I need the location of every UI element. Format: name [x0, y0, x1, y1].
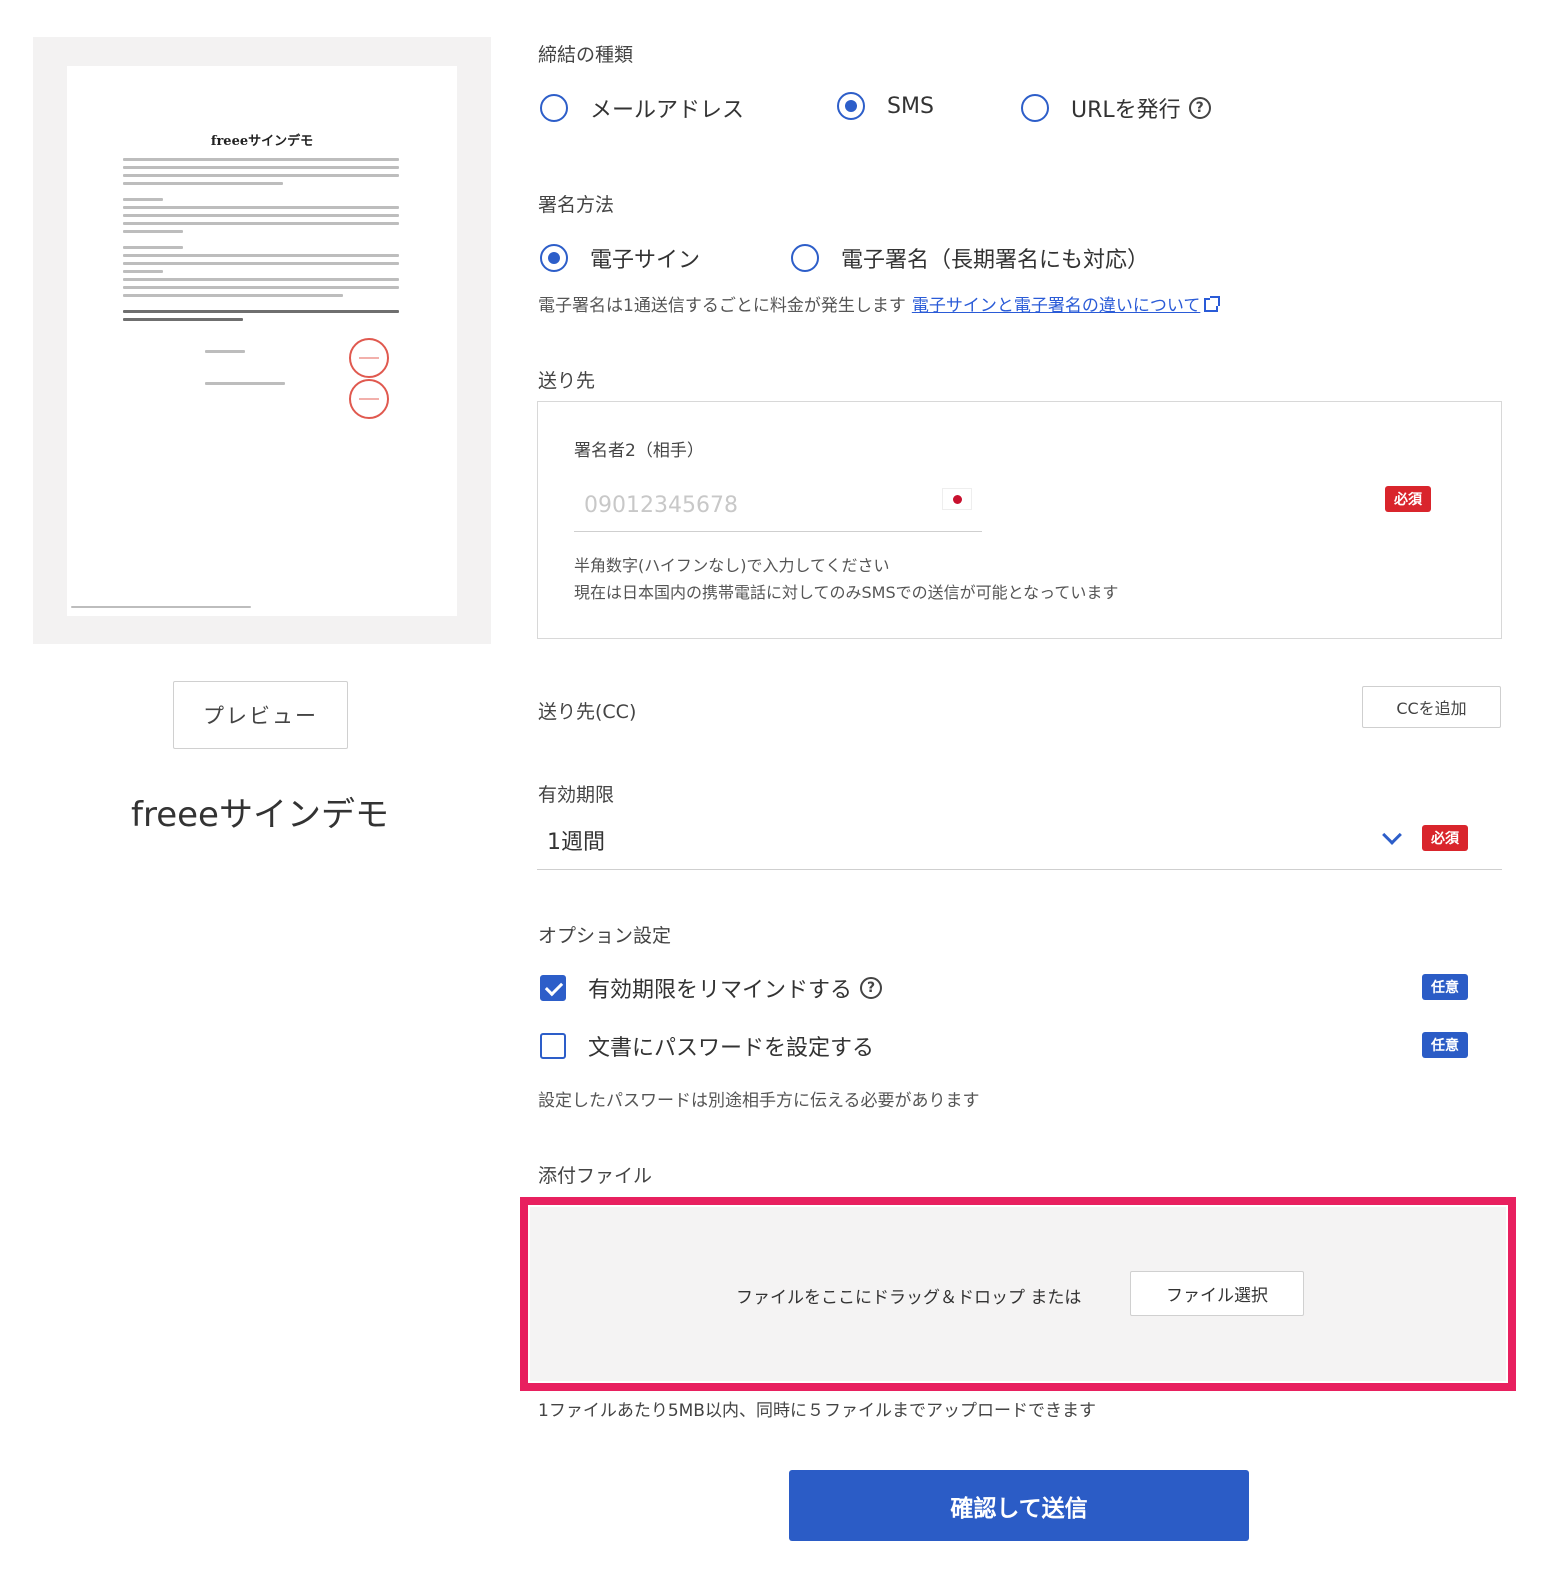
file-select-button[interactable]: ファイル選択	[1130, 1271, 1304, 1316]
seal-stamp-icon	[349, 379, 389, 419]
expiry-label: 有効期限	[538, 784, 615, 806]
document-text-line	[123, 182, 283, 185]
external-link-icon	[1204, 296, 1221, 312]
remind-option-label: 有効期限をリマインドする	[588, 978, 853, 1003]
document-text-line	[123, 278, 399, 281]
destination-label: 送り先	[538, 370, 596, 392]
document-text-line	[123, 214, 399, 217]
file-drop-zone[interactable]: ファイルをここにドラッグ＆ドロップ または ファイル選択	[530, 1207, 1506, 1381]
radio-email[interactable]: メールアドレス	[540, 92, 744, 124]
expiry-select[interactable]: 1週間	[537, 814, 1502, 870]
required-badge: 必須	[1385, 486, 1431, 512]
cc-label: 送り先(CC)	[538, 701, 637, 723]
radio-url[interactable]: URLを発行 ?	[1021, 92, 1211, 124]
document-text-line	[123, 310, 399, 313]
radio-digital-signature[interactable]: 電子署名（長期署名にも対応）	[791, 242, 1149, 274]
confirm-and-send-button[interactable]: 確認して送信	[789, 1470, 1249, 1541]
document-name: freeeサインデモ	[131, 795, 389, 835]
remind-checkbox[interactable]	[540, 975, 566, 1001]
help-icon[interactable]: ?	[1188, 97, 1211, 119]
phone-hint-domestic: 現在は日本国内の携帯電話に対してのみSMSでの送信が可能となっています	[574, 583, 1119, 602]
radio-electronic-sign-label: 電子サイン	[590, 248, 701, 273]
radio-button-selected[interactable]	[540, 244, 568, 272]
radio-email-label: メールアドレス	[590, 98, 745, 123]
password-option[interactable]: 文書にパスワードを設定する	[540, 1030, 874, 1062]
chevron-down-icon[interactable]	[1382, 825, 1402, 845]
add-cc-button[interactable]: CCを追加	[1362, 686, 1501, 728]
document-text-line	[123, 198, 163, 201]
help-icon[interactable]: ?	[860, 977, 883, 999]
radio-sms-label: SMS	[887, 93, 934, 119]
japan-flag-icon[interactable]	[942, 488, 972, 510]
radio-button[interactable]	[540, 94, 568, 122]
document-thumbnail: freeeサインデモ	[33, 37, 491, 644]
document-text-line	[123, 230, 183, 233]
document-text-line	[123, 174, 399, 177]
radio-button-selected[interactable]	[837, 92, 865, 120]
radio-button[interactable]	[1021, 94, 1049, 122]
document-page: freeeサインデモ	[67, 66, 457, 616]
document-text-line	[123, 246, 183, 249]
document-text-line	[123, 270, 163, 273]
document-page-title: freeeサインデモ	[210, 134, 314, 149]
sign-method-label: 署名方法	[538, 194, 615, 216]
contract-type-label: 締結の種類	[538, 44, 634, 66]
document-text-line	[123, 294, 343, 297]
document-text-line	[123, 166, 399, 169]
seal-stamp-icon	[349, 338, 389, 378]
signer-label: 署名者2（相手）	[574, 441, 704, 461]
password-option-label: 文書にパスワードを設定する	[588, 1036, 875, 1061]
password-note: 設定したパスワードは別途相手方に伝える必要があります	[538, 1091, 980, 1111]
document-text-line	[123, 222, 399, 225]
remind-option[interactable]: 有効期限をリマインドする ?	[540, 972, 883, 1004]
radio-sms[interactable]: SMS	[837, 92, 934, 120]
expiry-select-value: 1週間	[547, 830, 605, 855]
radio-button[interactable]	[791, 244, 819, 272]
sign-difference-link[interactable]: 電子サインと電子署名の違いについて	[912, 296, 1201, 316]
destination-box: 署名者2（相手） 必須 半角数字(ハイフンなし)で入力してください 現在は日本国…	[537, 401, 1502, 639]
optional-badge: 任意	[1422, 1032, 1468, 1058]
document-text-line	[123, 158, 399, 161]
sign-method-note: 電子署名は1通送信するごとに料金が発生します 電子サインと電子署名の違いについて	[538, 291, 1221, 316]
document-text-line	[123, 206, 399, 209]
drop-zone-text: ファイルをここにドラッグ＆ドロップ または	[736, 1288, 1082, 1308]
attachment-label: 添付ファイル	[538, 1165, 653, 1187]
document-text-line	[123, 318, 243, 321]
phone-hint-format: 半角数字(ハイフンなし)で入力してください	[574, 556, 890, 575]
radio-electronic-sign[interactable]: 電子サイン	[540, 242, 700, 274]
document-text-line	[123, 286, 399, 289]
upload-limit-note: 1ファイルあたり5MB以内、同時に５ファイルまでアップロードできます	[538, 1401, 1096, 1421]
password-checkbox[interactable]	[540, 1033, 566, 1059]
preview-button[interactable]: プレビュー	[173, 681, 348, 749]
optional-badge: 任意	[1422, 974, 1468, 1000]
required-badge: 必須	[1422, 825, 1468, 851]
document-text-line	[123, 262, 399, 265]
options-label: オプション設定	[538, 925, 672, 947]
document-text-line	[205, 382, 285, 385]
document-footer-line	[71, 606, 251, 608]
document-text-line	[123, 254, 399, 257]
phone-number-input[interactable]	[574, 480, 982, 532]
sign-method-note-text: 電子署名は1通送信するごとに料金が発生します	[538, 296, 906, 316]
radio-url-label: URLを発行	[1071, 98, 1181, 123]
radio-digital-signature-label: 電子署名（長期署名にも対応）	[841, 248, 1150, 273]
document-text-line	[205, 350, 245, 353]
